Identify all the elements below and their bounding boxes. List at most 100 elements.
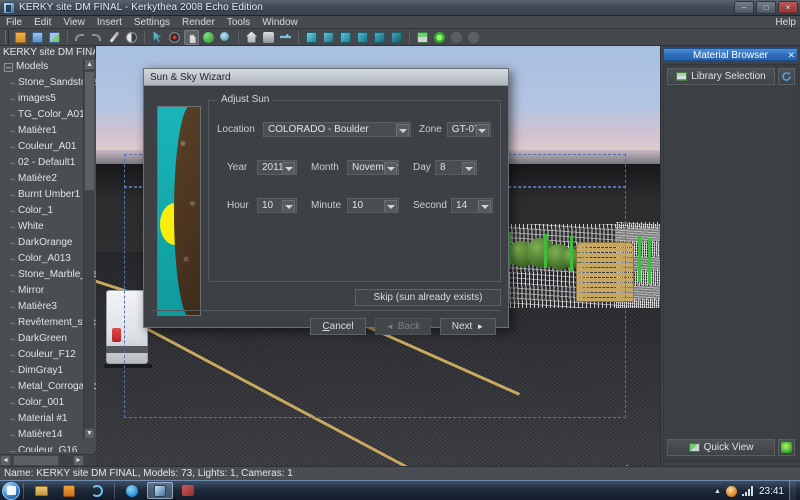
show-desktop-button[interactable]: [789, 481, 796, 500]
quick-view-button[interactable]: Quick View: [667, 439, 775, 456]
taskbar-kerkythea-button[interactable]: [147, 482, 173, 499]
tree-item[interactable]: images5: [0, 91, 96, 107]
minute-combobox[interactable]: 10: [347, 198, 399, 213]
save-all-icon[interactable]: [47, 30, 62, 45]
chevron-down-icon[interactable]: [282, 200, 295, 212]
select-arrow-icon[interactable]: [150, 30, 165, 45]
scroll-left-arrow-icon[interactable]: ◄: [0, 455, 11, 466]
hidden-line-box-icon[interactable]: [321, 30, 336, 45]
tree-expander-icon[interactable]: –: [4, 63, 13, 72]
key-icon[interactable]: [278, 30, 293, 45]
zoom-magnifier-icon[interactable]: [218, 30, 233, 45]
camera-icon[interactable]: [261, 30, 276, 45]
pan-hand-icon[interactable]: [184, 29, 199, 45]
taskbar-explorer-button[interactable]: [28, 482, 54, 499]
tree-item[interactable]: Revêtement_stuc_: [0, 315, 96, 331]
wireframe-box-icon[interactable]: [304, 30, 319, 45]
material-browser-header[interactable]: Material Browser ✕: [663, 48, 798, 61]
tree-item[interactable]: Color_001: [0, 395, 96, 411]
tree-item[interactable]: Stone_Marble_Ver: [0, 267, 96, 283]
action-center-icon[interactable]: [725, 485, 737, 497]
tree-item[interactable]: Material #1: [0, 411, 96, 427]
wand-icon[interactable]: [107, 30, 122, 45]
scene-tree-list[interactable]: – Models Stone_Sandstone_ images5 TG_Colo…: [0, 59, 96, 452]
tree-item[interactable]: Couleur_A01: [0, 139, 96, 155]
tree-item[interactable]: 02 - Default1: [0, 155, 96, 171]
refresh-button[interactable]: [778, 68, 795, 85]
taskbar-app6-button[interactable]: [175, 482, 201, 499]
day-combobox[interactable]: 8: [435, 160, 477, 175]
library-selection-button[interactable]: Library Selection: [667, 68, 775, 85]
tree-item[interactable]: Couleur_F12: [0, 347, 96, 363]
menu-view[interactable]: View: [57, 16, 91, 29]
start-orb-icon[interactable]: [2, 481, 20, 500]
tree-root-models[interactable]: – Models: [0, 59, 96, 75]
horizontal-scroll-thumb[interactable]: [13, 455, 59, 466]
chevron-down-icon[interactable]: [478, 200, 491, 212]
location-combobox[interactable]: COLORADO - Boulder: [263, 122, 411, 137]
tree-item[interactable]: Stone_Sandstone_: [0, 75, 96, 91]
menu-edit[interactable]: Edit: [28, 16, 57, 29]
scroll-down-arrow-icon[interactable]: ▼: [84, 428, 95, 439]
solid-box-icon[interactable]: [338, 30, 353, 45]
minimize-button[interactable]: –: [734, 1, 754, 14]
shaded-box-icon[interactable]: [355, 30, 370, 45]
vertical-scroll-thumb[interactable]: [84, 71, 95, 191]
sun-sky-icon[interactable]: [432, 30, 447, 45]
next-button[interactable]: Next ►: [440, 318, 496, 335]
scroll-up-arrow-icon[interactable]: ▲: [84, 59, 95, 70]
cancel-button[interactable]: CCancelancel: [310, 318, 366, 335]
menu-help[interactable]: Help: [775, 17, 796, 28]
dialog-titlebar[interactable]: Sun & Sky Wizard: [144, 69, 508, 86]
save-icon[interactable]: [30, 30, 45, 45]
maximize-button[interactable]: □: [756, 1, 776, 14]
render-box-icon[interactable]: [389, 30, 404, 45]
tree-item[interactable]: Couleur_G16: [0, 443, 96, 452]
tree-item[interactable]: Matière1: [0, 123, 96, 139]
tree-item[interactable]: TG_Color_A011: [0, 107, 96, 123]
toolbar-grip[interactable]: [5, 30, 9, 44]
show-hidden-icons-button[interactable]: ▲: [714, 488, 721, 495]
menu-window[interactable]: Window: [256, 16, 304, 29]
light-icon[interactable]: [449, 30, 464, 45]
menu-settings[interactable]: Settings: [128, 16, 176, 29]
undo-icon[interactable]: [73, 30, 88, 45]
tree-item[interactable]: Metal_Corrogatec: [0, 379, 96, 395]
menu-render[interactable]: Render: [176, 16, 221, 29]
second-combobox[interactable]: 14: [451, 198, 493, 213]
tree-item[interactable]: DarkGreen: [0, 331, 96, 347]
tree-item[interactable]: DimGray1: [0, 363, 96, 379]
chevron-down-icon[interactable]: [384, 200, 397, 212]
open-folder-icon[interactable]: [13, 30, 28, 45]
tree-item[interactable]: White: [0, 219, 96, 235]
hour-combobox[interactable]: 10: [257, 198, 297, 213]
settings-icon[interactable]: [466, 30, 481, 45]
target-icon[interactable]: [167, 30, 182, 45]
close-button[interactable]: ×: [778, 1, 798, 14]
scene-tree-vertical-scrollbar[interactable]: ▲ ▼: [83, 59, 95, 439]
tree-item[interactable]: Matière14: [0, 427, 96, 443]
chevron-down-icon[interactable]: [396, 124, 409, 136]
materials-icon[interactable]: [415, 30, 430, 45]
quick-view-action-button[interactable]: [778, 439, 795, 456]
chevron-down-icon[interactable]: [462, 162, 475, 174]
orbit-icon[interactable]: [201, 30, 216, 45]
taskbar-media-player-button[interactable]: [56, 482, 82, 499]
tree-item[interactable]: Matière3: [0, 299, 96, 315]
menu-insert[interactable]: Insert: [91, 16, 128, 29]
textured-box-icon[interactable]: [372, 30, 387, 45]
chevron-down-icon[interactable]: [282, 162, 295, 174]
taskbar-browser-button[interactable]: [84, 482, 110, 499]
year-combobox[interactable]: 2011: [257, 160, 297, 175]
tree-item[interactable]: Color_A013: [0, 251, 96, 267]
chevron-down-icon[interactable]: [475, 124, 489, 136]
tree-item[interactable]: Matière2: [0, 171, 96, 187]
close-icon[interactable]: ✕: [787, 49, 795, 61]
scene-tree-horizontal-scrollbar[interactable]: ◄ ►: [0, 454, 96, 466]
taskbar-skype-button[interactable]: [119, 482, 145, 499]
network-bars-icon[interactable]: [741, 486, 754, 496]
sun-sky-wizard-dialog[interactable]: Sun & Sky Wizard Adjust Sun Location COL…: [143, 68, 509, 335]
redo-icon[interactable]: [90, 30, 105, 45]
scroll-right-arrow-icon[interactable]: ►: [73, 455, 84, 466]
taskbar-clock[interactable]: 23:41: [759, 486, 784, 497]
